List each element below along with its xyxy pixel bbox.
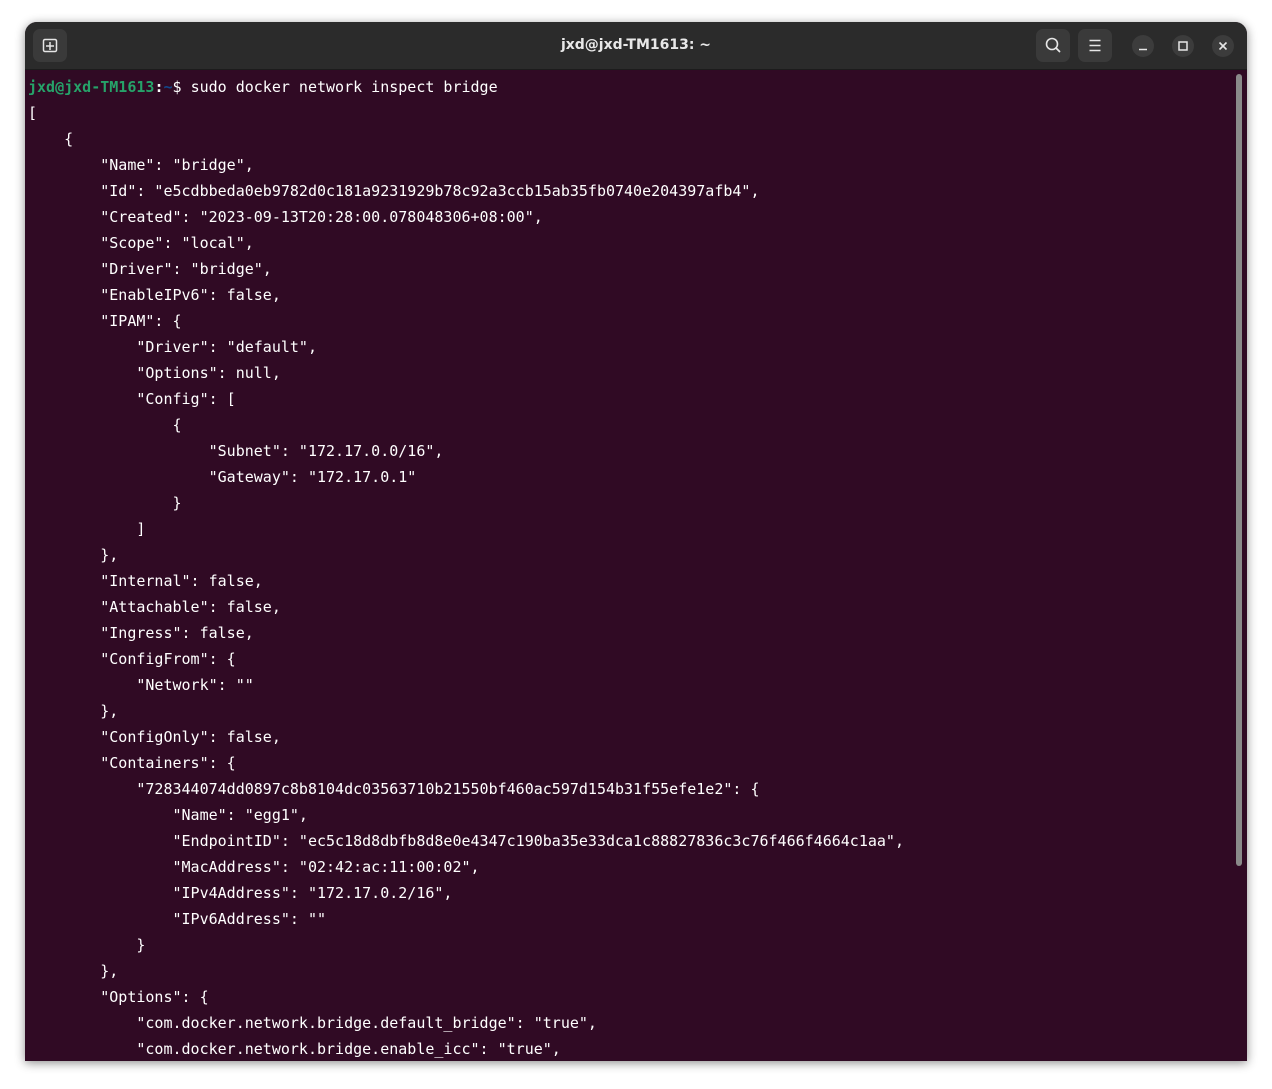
output-line: }, <box>28 962 119 980</box>
output-line: "Driver": "default", <box>28 338 317 356</box>
maximize-button[interactable] <box>1172 35 1194 57</box>
output-line: "IPv6Address": "" <box>28 910 327 928</box>
output-line: "IPAM": { <box>28 312 182 330</box>
menu-button[interactable] <box>1078 29 1112 62</box>
output-line: "EnableIPv6": false, <box>28 286 281 304</box>
output-line: "Ingress": false, <box>28 624 254 642</box>
output-line: [ <box>28 104 38 122</box>
search-button[interactable] <box>1036 29 1070 62</box>
output-line: "Driver": "bridge", <box>28 260 272 278</box>
terminal-window: jxd@jxd-TM1613: ~ jxd@jxd-TM1613:~$ sudo… <box>25 22 1247 1061</box>
output-line: "Name": "bridge", <box>28 156 254 174</box>
output-line: } <box>28 494 182 512</box>
output-line: }, <box>28 546 119 564</box>
output-line: "Network": "" <box>28 676 254 694</box>
output-line: "Id": "e5cdbbeda0eb9782d0c181a9231929b78… <box>28 182 760 200</box>
output-line: "EndpointID": "ec5c18d8dbfb8d8e0e4347c19… <box>28 832 904 850</box>
command-text: sudo docker network inspect bridge <box>190 78 498 96</box>
output-line: "728344074dd0897c8b8104dc03563710b21550b… <box>28 780 760 798</box>
prompt-user-host: jxd@jxd-TM1613 <box>28 78 155 96</box>
prompt-symbol: $ <box>172 78 191 96</box>
vertical-scrollbar[interactable] <box>1236 74 1242 866</box>
close-button[interactable] <box>1212 35 1234 57</box>
hamburger-menu-icon <box>1089 39 1101 52</box>
prompt-path: ~ <box>163 78 173 96</box>
minimize-button[interactable] <box>1132 35 1154 57</box>
output-line: "Created": "2023-09-13T20:28:00.07804830… <box>28 208 543 226</box>
output-line: { <box>28 130 74 148</box>
output-line: "ConfigOnly": false, <box>28 728 281 746</box>
close-icon <box>1218 41 1228 51</box>
output-line: "Attachable": false, <box>28 598 281 616</box>
output-line: "MacAddress": "02:42:ac:11:00:02", <box>28 858 480 876</box>
output-line: "Internal": false, <box>28 572 263 590</box>
output-line: "ConfigFrom": { <box>28 650 236 668</box>
output-line: "Containers": { <box>28 754 236 772</box>
output-line: "com.docker.network.bridge.enable_icc": … <box>28 1040 561 1058</box>
output-line: "Options": { <box>28 988 209 1006</box>
search-icon <box>1045 37 1061 53</box>
prompt-line: jxd@jxd-TM1613:~$ sudo docker network in… <box>28 74 498 100</box>
output-line: "Scope": "local", <box>28 234 254 252</box>
output-line: "Name": "egg1", <box>28 806 308 824</box>
titlebar: jxd@jxd-TM1613: ~ <box>25 22 1247 70</box>
output-line: "com.docker.network.bridge.default_bridg… <box>28 1014 597 1032</box>
output-line: } <box>28 936 146 954</box>
output-line: "IPv4Address": "172.17.0.2/16", <box>28 884 453 902</box>
output-line: "Config": [ <box>28 390 236 408</box>
maximize-icon <box>1178 41 1188 51</box>
output-line: "Options": null, <box>28 364 281 382</box>
terminal-output[interactable]: jxd@jxd-TM1613:~$ sudo docker network in… <box>25 74 1235 1061</box>
output-line: { <box>28 416 182 434</box>
output-line: "Subnet": "172.17.0.0/16", <box>28 442 444 460</box>
minimize-icon <box>1139 48 1147 51</box>
output-line: ] <box>28 520 146 538</box>
output-line: }, <box>28 702 119 720</box>
output-line: "Gateway": "172.17.0.1" <box>28 468 417 486</box>
